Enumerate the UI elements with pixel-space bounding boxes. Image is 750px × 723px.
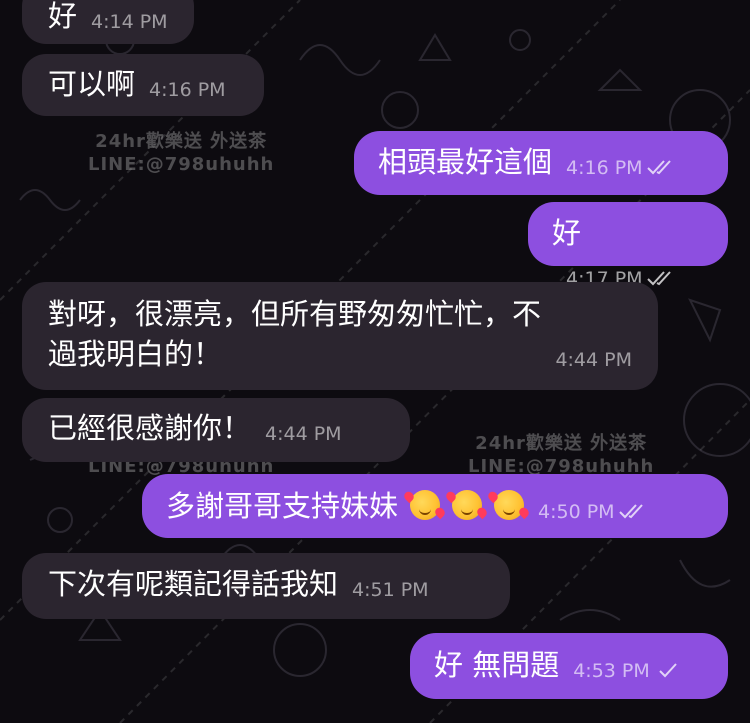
- message-bubble-incoming[interactable]: 對呀，很漂亮，但所有野匆匆忙忙，不 過我明白的！ 4:44 PM: [22, 282, 658, 390]
- smiling-face-with-hearts-icon: [494, 490, 525, 520]
- double-check-icon: [646, 160, 671, 175]
- message-time: 4:16 PM: [566, 157, 677, 179]
- message-text: 可以啊: [48, 67, 136, 101]
- message-bubble-outgoing[interactable]: 相頭最好這個 4:16 PM: [354, 131, 728, 195]
- double-check-icon: [646, 271, 671, 286]
- message-bubble-incoming[interactable]: 下次有呢類記得話我知 4:51 PM: [22, 553, 510, 619]
- message-time: 4:16 PM: [149, 79, 226, 101]
- message-text: 相頭最好這個: [378, 145, 553, 179]
- message-text: 好 無問題: [434, 648, 560, 682]
- message-time: 4:51 PM: [352, 579, 429, 601]
- message-time: 4:53 PM: [573, 660, 684, 682]
- smiling-face-with-hearts-icon: [452, 490, 483, 520]
- message-bubble-outgoing[interactable]: 好 無問題 4:53 PM: [410, 633, 728, 699]
- message-text: 好: [552, 216, 582, 250]
- message-bubble-incoming[interactable]: 可以啊 4:16 PM: [22, 54, 264, 116]
- message-bubble-incoming[interactable]: 已經很感謝你！ 4:44 PM: [22, 398, 410, 462]
- check-icon: [659, 663, 677, 678]
- message-text: 下次有呢類記得話我知: [48, 567, 339, 601]
- message-time: 4:44 PM: [555, 349, 632, 371]
- message-time: 4:50 PM: [538, 501, 649, 523]
- message-text: 好: [48, 0, 78, 33]
- message-time: 4:44 PM: [265, 423, 342, 445]
- message-text-line1: 對呀，很漂亮，但所有野匆匆忙忙，不: [48, 297, 542, 331]
- message-bubble-outgoing[interactable]: 好4:17 PM: [528, 202, 728, 290]
- message-text-line2: 過我明白的！: [48, 337, 223, 371]
- message-time: 4:14 PM: [91, 11, 168, 33]
- message-bubble-incoming[interactable]: 好 4:14 PM: [22, 0, 194, 44]
- smiling-face-with-hearts-icon: [410, 490, 441, 520]
- message-text: 多謝哥哥支持妹妹: [166, 489, 399, 523]
- message-bubble-outgoing[interactable]: 多謝哥哥支持妹妹 4:50 PM: [142, 474, 728, 538]
- message-text: 已經很感謝你！: [48, 411, 252, 445]
- double-check-icon: [618, 504, 643, 519]
